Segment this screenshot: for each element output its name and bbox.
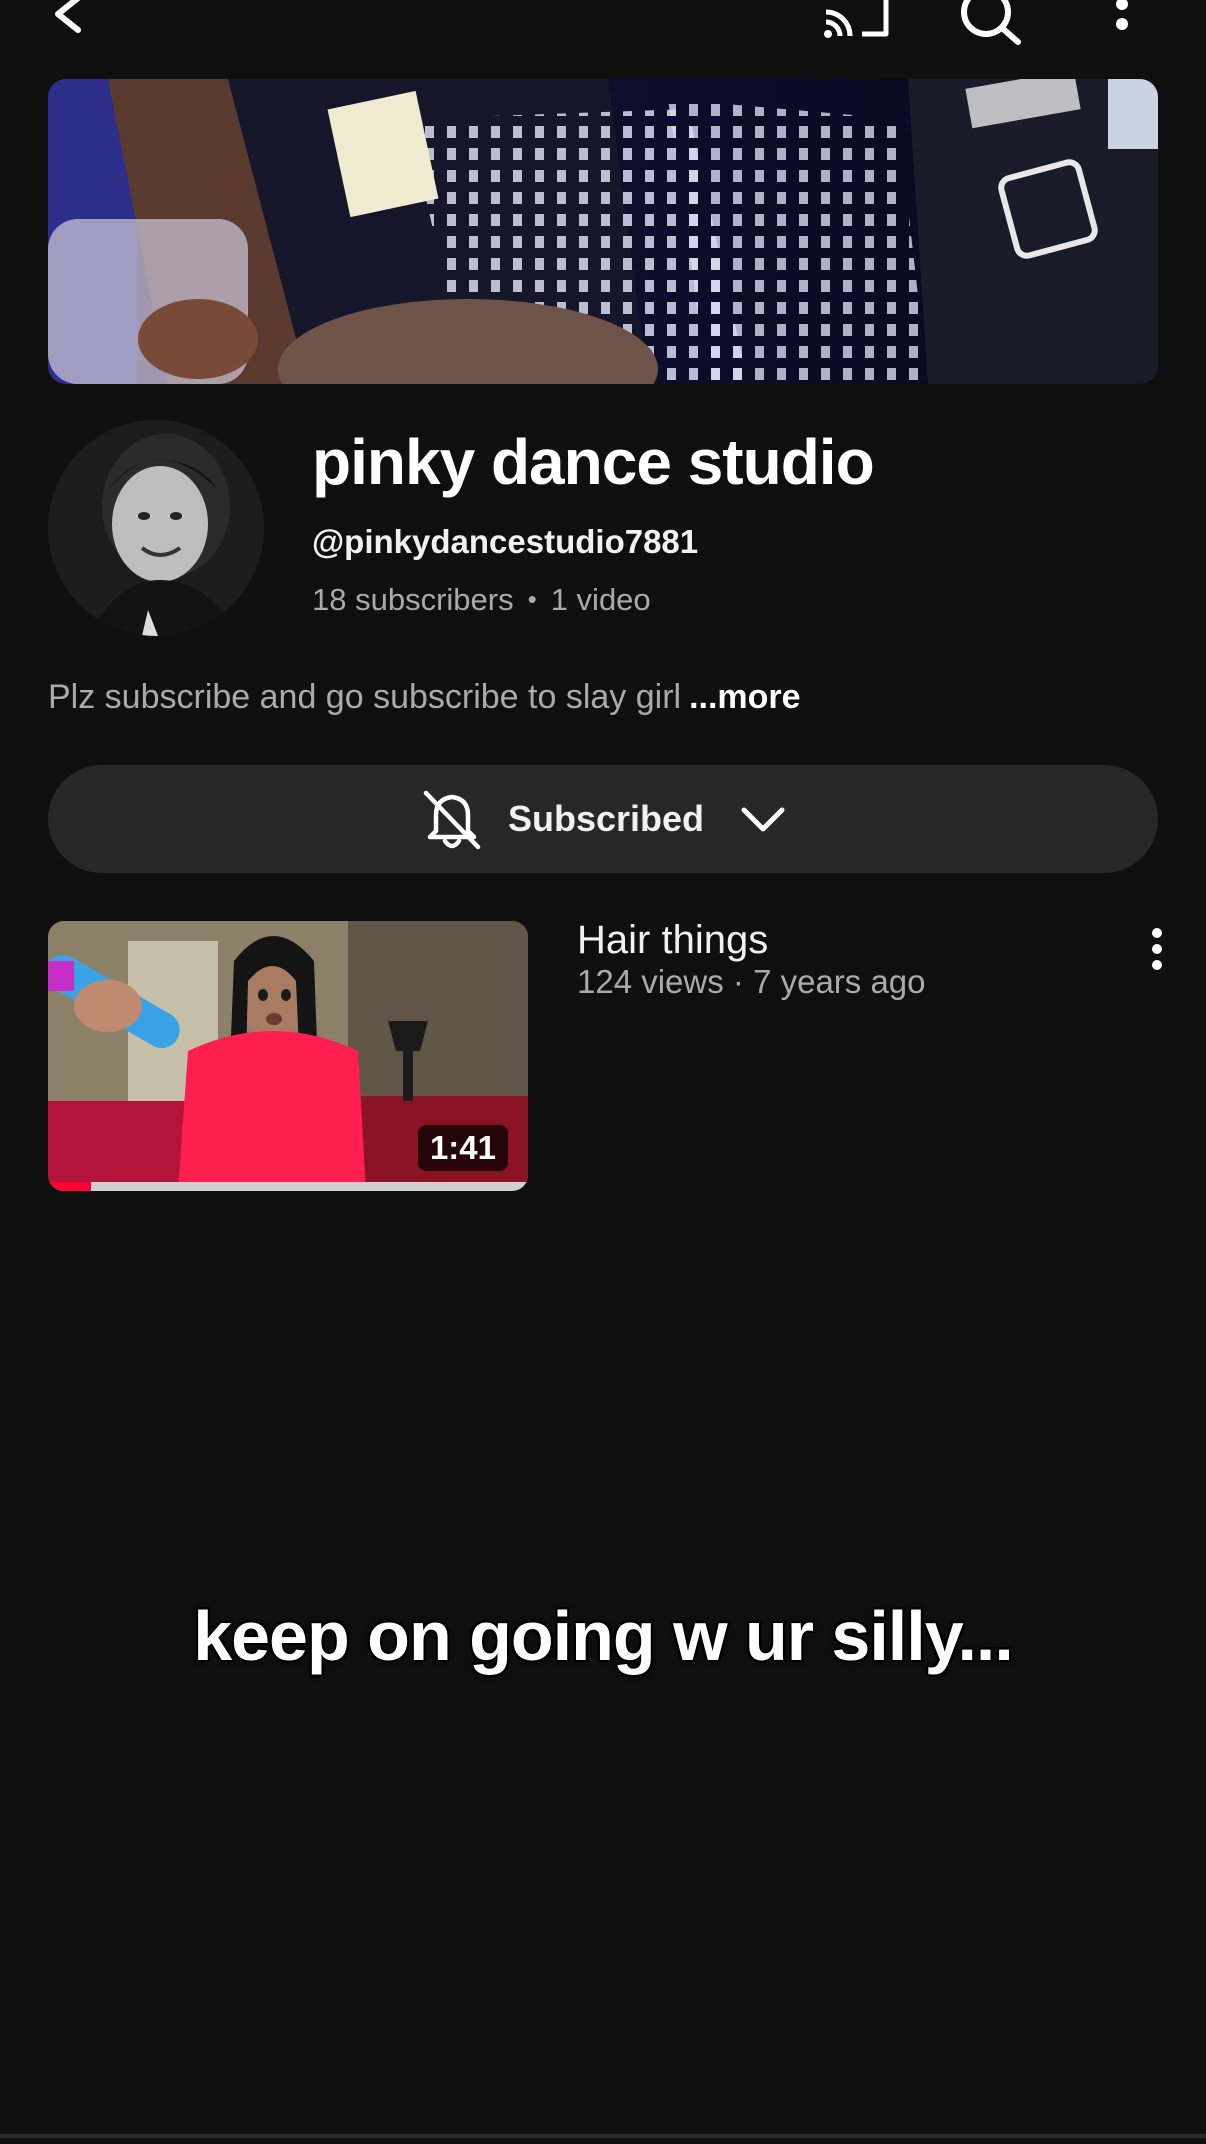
overlay-caption: keep on going w ur silly... (193, 1597, 1014, 1675)
subscribed-button[interactable]: Subscribed (48, 765, 1158, 873)
chevron-down-icon (741, 807, 785, 832)
channel-handle: @pinkydancestudio7881 (312, 523, 699, 560)
channel-banner (48, 79, 1158, 384)
cast-icon[interactable] (822, 0, 892, 42)
video-duration: 1:41 (417, 1125, 508, 1171)
search-icon[interactable] (958, 0, 1024, 46)
subscriber-count: 18 subscribers (312, 582, 514, 617)
banner-image (48, 79, 1158, 384)
bottom-divider (0, 2134, 1206, 2138)
back-arrow-icon[interactable] (48, 0, 92, 38)
more-vertical-icon[interactable] (1112, 0, 1132, 42)
video-metadata: 124 views · 7 years ago (577, 963, 926, 1000)
video-count: 1 video (550, 582, 651, 617)
channel-description[interactable]: Plz subscribe and go subscribe to slay g… (48, 678, 801, 717)
watch-progress-bar (48, 1182, 528, 1191)
video-thumbnail[interactable]: 1:41 (48, 921, 528, 1191)
top-app-bar (0, 0, 1206, 60)
bell-off-icon (423, 790, 481, 850)
video-title[interactable]: Hair things (577, 918, 768, 963)
subscribed-label: Subscribed (507, 798, 705, 839)
avatar-image (48, 420, 264, 636)
more-link[interactable]: ...more (689, 678, 800, 716)
channel-avatar[interactable] (48, 420, 264, 636)
channel-stats: 18 subscribers • 1 video (312, 582, 651, 618)
description-text: Plz subscribe and go subscribe to slay g… (48, 678, 682, 716)
watch-progress-fill (48, 1182, 92, 1191)
separator-dot: • (527, 584, 537, 614)
channel-name: pinky dance studio (312, 426, 875, 498)
more-vertical-icon[interactable] (1140, 926, 1174, 972)
